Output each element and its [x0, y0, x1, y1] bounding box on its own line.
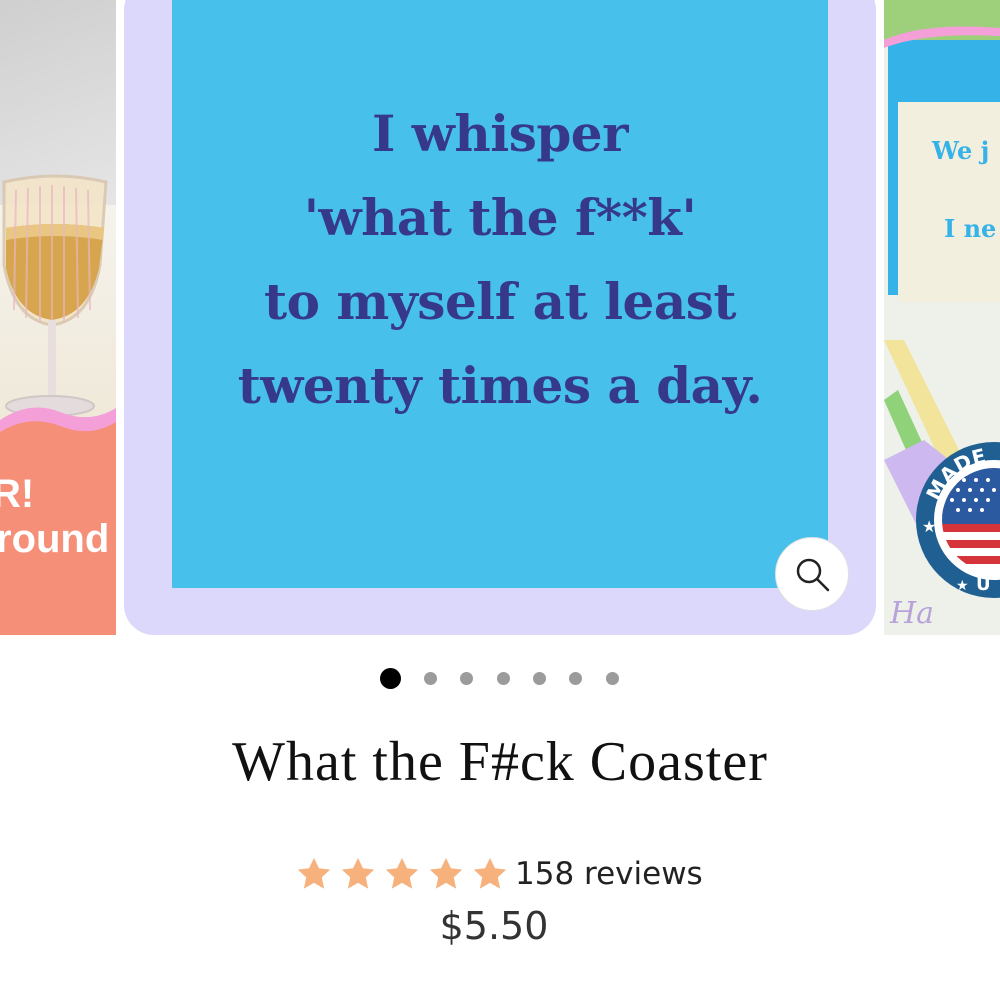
quote-line-3: to myself at least [263, 272, 737, 331]
card-text-line2: I ne [944, 214, 997, 243]
star-icon [341, 857, 375, 889]
card-text-line1: We j [932, 136, 990, 165]
coaster-quote: I whisper 'what the f**k' to myself at l… [172, 92, 828, 428]
handwriting-text: Ha [890, 596, 935, 631]
star-icon [385, 857, 419, 889]
product-title: What the F#ck Coaster [232, 731, 768, 793]
pagination-dot-7[interactable] [606, 672, 619, 685]
carousel-slide-next[interactable]: “ We j I ne Ha MADE U ★ ★ [884, 0, 1000, 635]
coaster-card-image: “ We j I ne [888, 40, 1000, 302]
pagination-dot-6[interactable] [569, 672, 582, 685]
pagination-dot-2[interactable] [424, 672, 437, 685]
coaster-image: I whisper 'what the f**k' to myself at l… [172, 0, 828, 588]
quote-line-1: I whisper [372, 104, 628, 163]
banner-text-line1: R! [0, 472, 35, 516]
product-price: $5.50 [439, 904, 549, 948]
card-text-quote: “ [980, 92, 992, 116]
product-image-carousel[interactable]: R! round I whisper 'what the f**k' to my… [0, 0, 1000, 640]
pagination-dot-3[interactable] [460, 672, 473, 685]
quote-line-4: twenty times a day. [237, 356, 763, 415]
carousel-slide-current[interactable]: I whisper 'what the f**k' to myself at l… [124, 0, 876, 635]
zoom-button[interactable] [775, 537, 849, 611]
svg-text:★: ★ [956, 577, 969, 593]
star-icon [473, 857, 507, 889]
decorative-strip [884, 26, 1000, 48]
svg-text:★: ★ [922, 519, 936, 536]
star-icon [429, 857, 463, 889]
star-icon [297, 857, 331, 889]
carousel-slide-previous[interactable]: R! round [0, 0, 116, 635]
badge-text-bottom: U [976, 574, 991, 595]
pagination-dot-1[interactable] [380, 668, 401, 689]
coaster-card-inner [898, 102, 1000, 302]
pagination-dot-4[interactable] [497, 672, 510, 685]
quote-line-2: 'what the f**k' [303, 188, 697, 247]
made-in-usa-badge: MADE U ★ ★ [916, 442, 1000, 598]
magnifier-icon [796, 558, 830, 592]
banner-text-line2: round [0, 517, 110, 561]
wine-glass-image [2, 174, 108, 417]
carousel-pagination [380, 668, 630, 690]
product-rating[interactable]: 158 reviews [295, 855, 715, 895]
pagination-dot-5[interactable] [533, 672, 546, 685]
reviews-link[interactable]: 158 reviews [515, 855, 703, 893]
